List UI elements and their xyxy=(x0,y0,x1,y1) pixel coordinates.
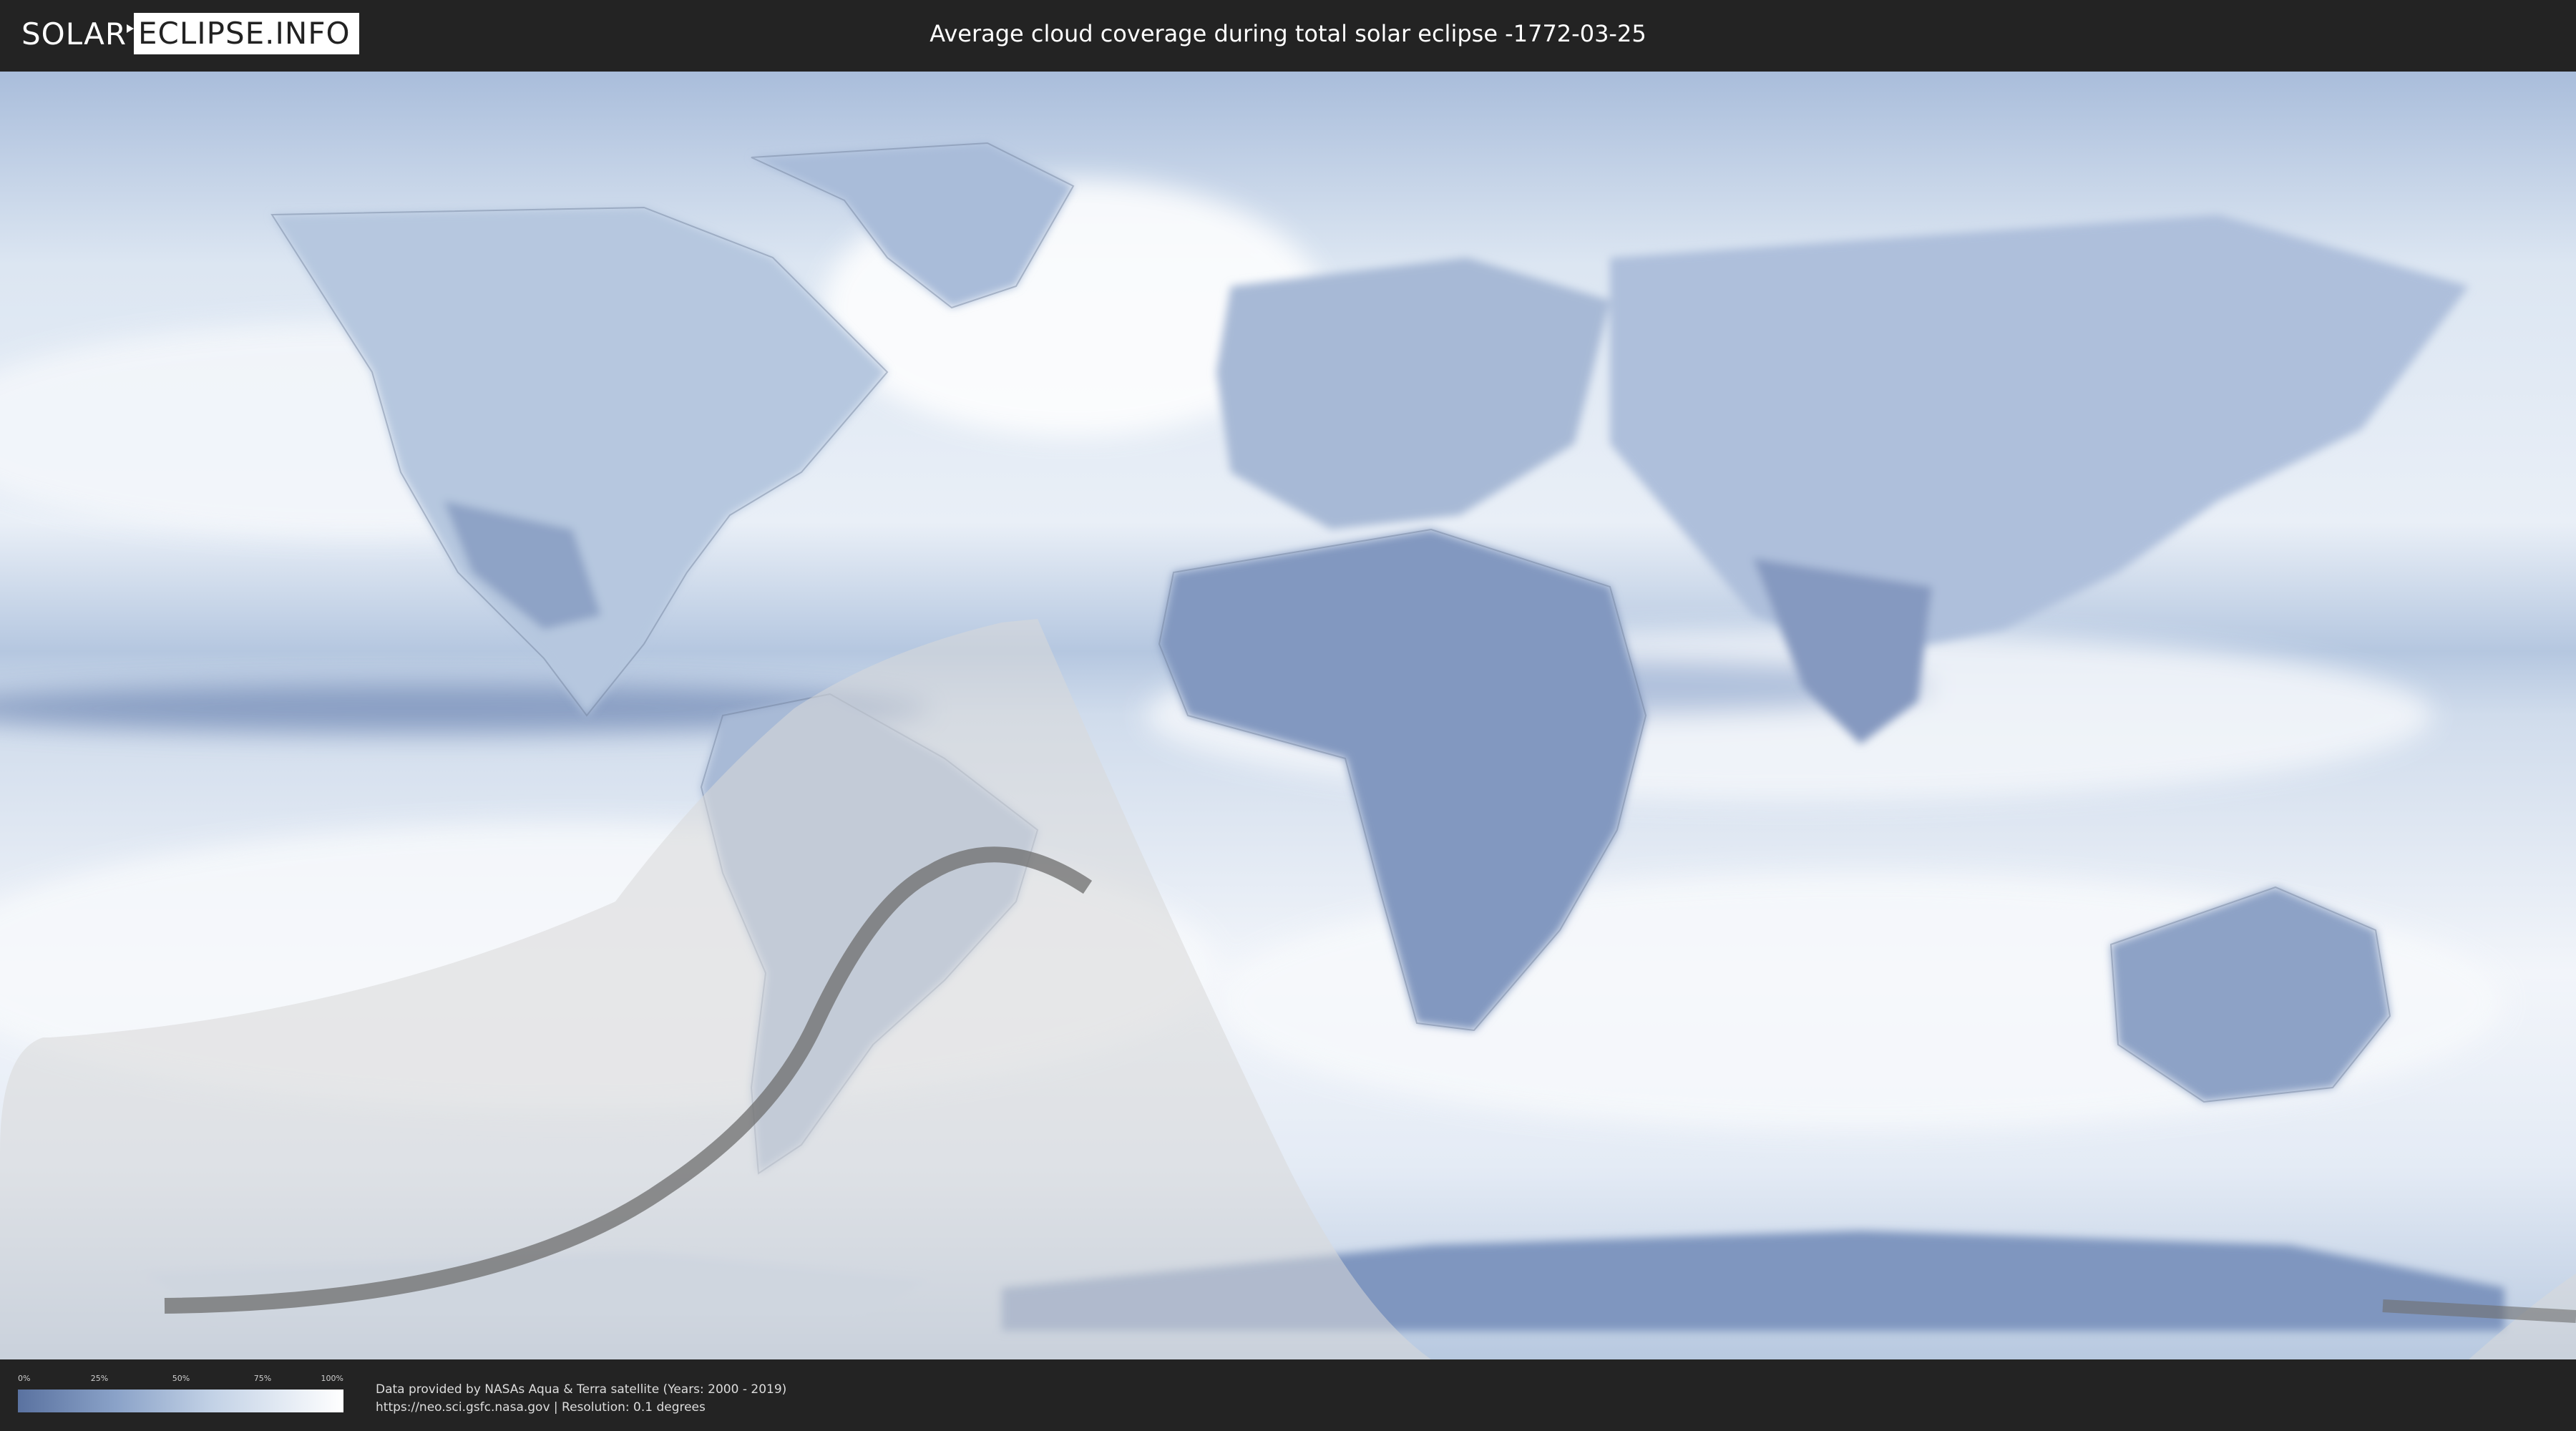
legend-gradient-bar xyxy=(18,1390,343,1412)
legend-tick-100: 100% xyxy=(321,1374,343,1383)
data-attribution: Data provided by NASAs Aqua & Terra sate… xyxy=(376,1381,786,1417)
legend-ticks: 0% 25% 50% 75% 100% xyxy=(18,1374,343,1388)
legend-tick-25: 25% xyxy=(90,1374,109,1383)
page-title: Average cloud coverage during total sola… xyxy=(930,20,1646,47)
cloud-coverage-map[interactable] xyxy=(0,72,2576,1359)
legend-tick-75: 75% xyxy=(253,1374,272,1383)
attribution-line-1: Data provided by NASAs Aqua & Terra sate… xyxy=(376,1382,787,1397)
legend-tick-50: 50% xyxy=(172,1374,190,1383)
header-bar: SOLAR ECLIPSE.INFO Average cloud coverag… xyxy=(0,0,2576,72)
footer-bar: 0% 25% 50% 75% 100% Data provided by NAS… xyxy=(0,1359,2576,1431)
cloud-coverage-legend: 0% 25% 50% 75% 100% xyxy=(18,1374,343,1417)
world-map-svg xyxy=(0,72,2576,1359)
legend-tick-0: 0% xyxy=(18,1374,31,1383)
attribution-line-2[interactable]: https://neo.sci.gsfc.nasa.gov | Resoluti… xyxy=(376,1399,786,1417)
